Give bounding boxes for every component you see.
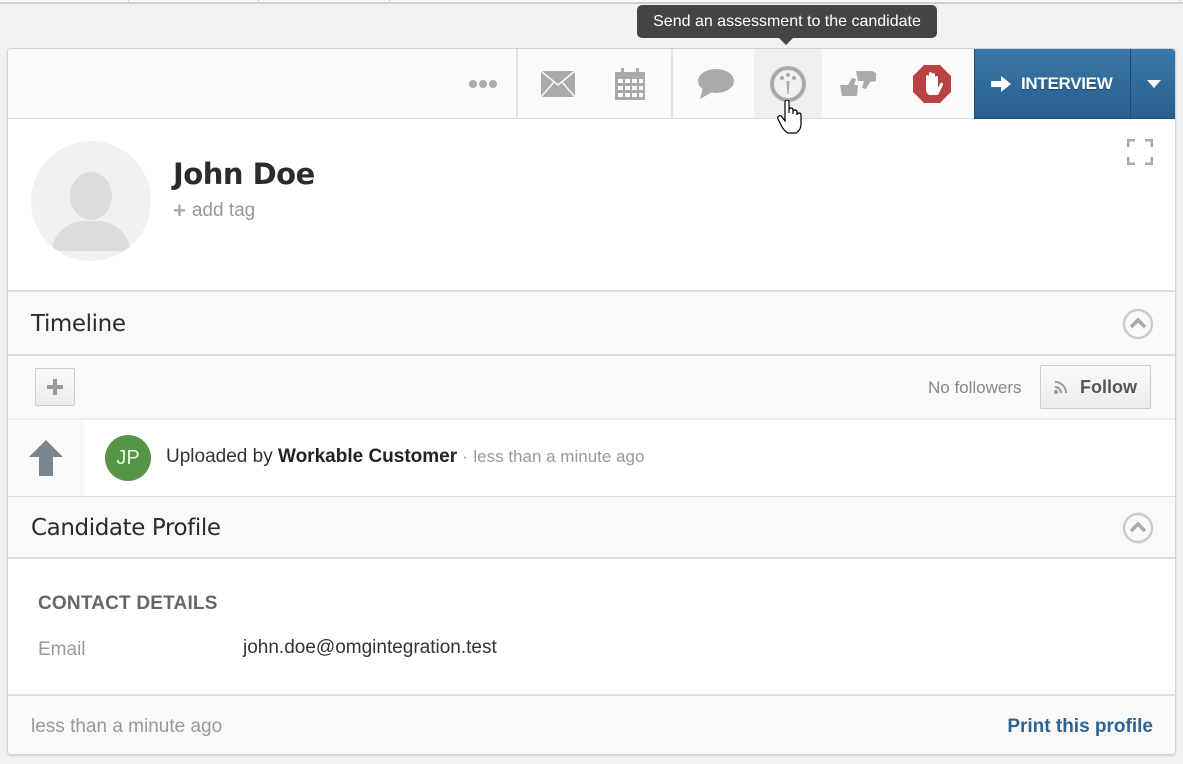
toolbar-divider: [516, 49, 518, 118]
ellipsis-icon: [469, 79, 497, 88]
thumbs-up-down-icon: [840, 70, 876, 96]
evaluate-button[interactable]: [822, 49, 894, 118]
expand-icon: [1126, 138, 1154, 166]
candidate-card: INTERVIEW John Doe + add tag Timeline No…: [7, 48, 1176, 755]
action-toolbar: INTERVIEW: [8, 49, 1175, 119]
caret-down-icon: [1147, 79, 1161, 88]
interview-dropdown-toggle[interactable]: [1130, 49, 1175, 118]
envelope-icon: [541, 70, 575, 97]
email-value[interactable]: john.doe@omgintegration.test: [243, 637, 497, 659]
footer-timestamp: less than a minute ago: [31, 716, 223, 737]
timeline-item-actor: Workable Customer: [277, 446, 458, 467]
email-label: Email: [38, 639, 86, 660]
follow-label: Follow: [1080, 376, 1137, 397]
timeline-item: JP Uploaded by Workable Customer · less …: [8, 420, 1175, 496]
top-strip-divider: [389, 0, 390, 4]
schedule-button[interactable]: [593, 49, 667, 118]
assessment-tooltip: Send an assessment to the candidate: [637, 5, 937, 45]
comment-button[interactable]: [678, 49, 754, 118]
chevron-up-circle-icon: [1122, 308, 1154, 340]
email-button[interactable]: [523, 49, 593, 118]
timeline-item-icon-column: [8, 420, 84, 496]
candidate-profile-title: Candidate Profile: [31, 515, 221, 541]
timeline-header: Timeline: [8, 293, 1175, 356]
actor-avatar: JP: [105, 435, 151, 481]
interview-split-button: INTERVIEW: [974, 49, 1175, 119]
profile-footer: less than a minute ago Print this profil…: [8, 696, 1175, 754]
top-strip: [0, 0, 1183, 4]
rss-icon: [1054, 381, 1067, 394]
interview-button[interactable]: INTERVIEW: [975, 49, 1130, 118]
profile-collapse-button[interactable]: [1122, 512, 1154, 549]
calendar-icon: [615, 67, 645, 100]
plus-icon: [47, 379, 63, 395]
chevron-up-circle-icon: [1122, 512, 1154, 544]
arrow-right-icon: [991, 75, 1011, 92]
plus-icon: +: [173, 198, 186, 223]
candidate-header: John Doe + add tag: [8, 119, 1175, 292]
contact-details-section: CONTACT DETAILS Email john.doe@omgintegr…: [8, 561, 1175, 696]
assessment-gauge-icon: [770, 65, 806, 102]
toolbar-divider: [671, 49, 673, 118]
candidate-profile-header: Candidate Profile: [8, 496, 1175, 559]
speech-bubble-icon: [698, 68, 734, 99]
fullscreen-toggle[interactable]: [1126, 138, 1154, 170]
candidate-avatar: [31, 141, 151, 261]
interview-label: INTERVIEW: [1021, 73, 1113, 93]
print-profile-link[interactable]: Print this profile: [1007, 716, 1153, 738]
candidate-name: John Doe: [173, 157, 315, 191]
more-actions-button[interactable]: [448, 49, 518, 118]
top-strip-divider: [1180, 0, 1181, 4]
stop-hand-icon: [913, 64, 951, 103]
top-strip-divider: [128, 0, 129, 4]
followers-count: No followers: [928, 378, 1022, 397]
add-tag-link[interactable]: + add tag: [173, 200, 255, 222]
person-placeholder-icon: [51, 172, 131, 251]
add-tag-label: add tag: [191, 200, 256, 221]
timeline-collapse-button[interactable]: [1122, 308, 1154, 345]
timeline-item-prefix: Uploaded by: [166, 446, 273, 467]
timeline-title: Timeline: [31, 311, 126, 337]
timeline-toolbar: No followers Follow: [8, 356, 1175, 420]
follow-button[interactable]: Follow: [1040, 365, 1151, 409]
send-assessment-button[interactable]: [754, 49, 822, 118]
timeline-item-time: less than a minute ago: [473, 447, 645, 466]
add-timeline-event-button[interactable]: [35, 368, 75, 406]
contact-details-heading: CONTACT DETAILS: [38, 593, 218, 614]
upload-arrow-icon: [29, 440, 63, 476]
disqualify-button[interactable]: [894, 49, 970, 118]
top-strip-divider: [258, 0, 259, 4]
timeline-item-text: Uploaded by Workable Customer · less tha…: [166, 446, 644, 468]
timeline-item-separator: ·: [462, 447, 469, 466]
